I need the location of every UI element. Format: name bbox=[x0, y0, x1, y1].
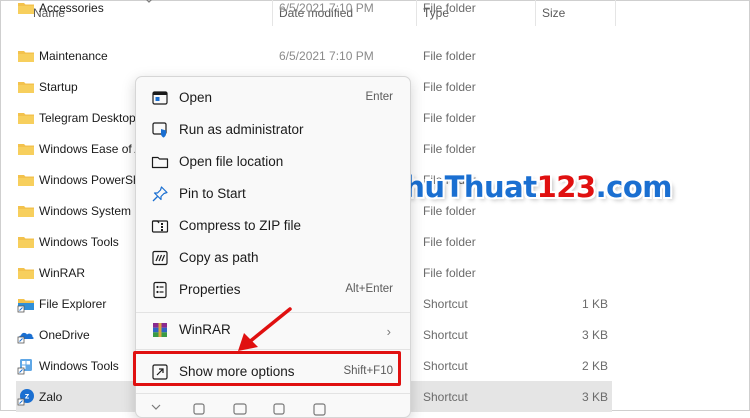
menu-item-copy-as-path[interactable]: Copy as path bbox=[139, 243, 407, 273]
file-size: 1 KB bbox=[581, 296, 608, 311]
folder-icon bbox=[17, 264, 35, 282]
folder-outline-icon bbox=[151, 153, 169, 171]
file-size: 2 KB bbox=[581, 358, 608, 373]
menu-item-label: Open bbox=[179, 90, 213, 105]
watermark-number: 123 bbox=[536, 170, 597, 204]
file-date-modified: 6/5/2021 7:10 PM bbox=[279, 48, 374, 63]
onedrive-shortcut-icon bbox=[17, 326, 35, 344]
menu-item-label: WinRAR bbox=[179, 322, 231, 337]
folder-icon bbox=[17, 233, 35, 251]
file-type: File folder bbox=[423, 79, 476, 94]
file-date-modified: 6/5/2021 7:10 PM bbox=[279, 1, 374, 15]
svg-text:Z: Z bbox=[25, 393, 30, 400]
file-name: File Explorer bbox=[39, 296, 107, 311]
watermark-domain: .com bbox=[595, 170, 673, 204]
file-type: Shortcut bbox=[423, 389, 468, 404]
file-type: File folder bbox=[423, 141, 476, 156]
file-type: File folder bbox=[423, 234, 476, 249]
file-name: Accessories bbox=[39, 1, 104, 15]
menu-quick-actions-icons[interactable] bbox=[148, 401, 338, 416]
menu-item-compress-to-zip[interactable]: Compress to ZIP file bbox=[139, 211, 407, 241]
zalo-shortcut-icon: Z bbox=[17, 388, 35, 406]
file-name: Windows System bbox=[39, 203, 132, 218]
properties-icon bbox=[151, 281, 169, 299]
file-type: File folder bbox=[423, 265, 476, 280]
file-size: 3 KB bbox=[581, 327, 608, 342]
red-arrow-icon bbox=[238, 307, 292, 351]
column-divider[interactable] bbox=[615, 0, 616, 26]
file-name: Windows Tools bbox=[39, 234, 119, 249]
menu-item-label: Copy as path bbox=[179, 250, 259, 265]
folder-icon bbox=[17, 140, 35, 158]
file-type: File folder bbox=[423, 110, 476, 125]
file-name: Telegram Desktop bbox=[39, 110, 136, 125]
menu-item-label: Run as administrator bbox=[179, 122, 304, 137]
shield-icon bbox=[151, 121, 169, 139]
file-type: Shortcut bbox=[423, 296, 468, 311]
menu-item-shortcut: Alt+Enter bbox=[345, 283, 393, 295]
file-size: 3 KB bbox=[581, 389, 608, 404]
file-type: File folder bbox=[423, 48, 476, 63]
menu-item-shortcut: Enter bbox=[365, 91, 394, 103]
folder-icon bbox=[17, 0, 35, 17]
folder-icon bbox=[17, 47, 35, 65]
file-type: File folder bbox=[423, 203, 476, 218]
folder-icon bbox=[17, 171, 35, 189]
menu-item-open-file-location[interactable]: Open file location bbox=[139, 147, 407, 177]
file-name: Maintenance bbox=[39, 48, 108, 63]
folder-icon bbox=[17, 109, 35, 127]
file-name: Windows Tools bbox=[39, 358, 119, 373]
copy-path-icon bbox=[151, 249, 169, 267]
menu-item-pin-to-start[interactable]: Pin to Start bbox=[139, 179, 407, 209]
file-name: Startup bbox=[39, 79, 78, 94]
file-type: Shortcut bbox=[423, 358, 468, 373]
file-name: Zalo bbox=[39, 389, 63, 404]
file-type: Shortcut bbox=[423, 327, 468, 342]
submenu-chevron-icon: › bbox=[386, 324, 391, 339]
winrar-icon bbox=[151, 321, 169, 339]
menu-separator bbox=[136, 393, 410, 394]
folder-icon bbox=[17, 78, 35, 96]
watermark: ThuThuat123.com bbox=[385, 170, 672, 204]
file-name: Windows Ease of A bbox=[39, 141, 143, 156]
folder-icon bbox=[17, 202, 35, 220]
menu-item-label: Compress to ZIP file bbox=[179, 218, 302, 233]
highlight-box bbox=[133, 351, 401, 386]
menu-item-label: Pin to Start bbox=[179, 186, 246, 201]
menu-item-run-as-administrator[interactable]: Run as administrator bbox=[139, 115, 407, 145]
file-type: File folder bbox=[423, 1, 476, 15]
file-row[interactable]: Accessories 6/5/2021 7:10 PM File folder bbox=[16, 0, 612, 18]
pin-icon bbox=[151, 185, 169, 203]
file-name: OneDrive bbox=[39, 327, 90, 342]
windows-tools-shortcut-icon bbox=[17, 357, 35, 375]
menu-item-open[interactable]: Open Enter bbox=[139, 83, 407, 113]
file-name: WinRAR bbox=[39, 265, 86, 280]
menu-item-label: Properties bbox=[179, 282, 241, 297]
file-row[interactable]: Maintenance 6/5/2021 7:10 PM File folder bbox=[16, 40, 612, 71]
zip-icon bbox=[151, 217, 169, 235]
open-app-icon bbox=[151, 89, 169, 107]
file-name: Windows PowerSh bbox=[39, 172, 140, 187]
menu-item-label: Open file location bbox=[179, 154, 284, 169]
file-explorer-shortcut-icon bbox=[17, 295, 35, 313]
menu-item-properties[interactable]: Properties Alt+Enter bbox=[139, 275, 407, 305]
